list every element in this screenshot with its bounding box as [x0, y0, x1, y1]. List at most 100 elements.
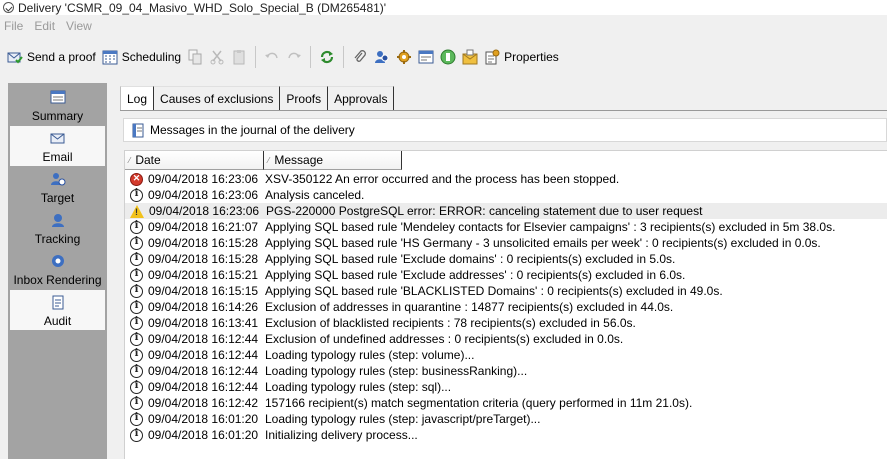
- info-icon: [130, 220, 143, 234]
- properties-button[interactable]: Properties: [481, 45, 562, 69]
- attachment-button[interactable]: [349, 45, 371, 69]
- table-row[interactable]: 09/04/2018 16:23:06 XSV-350122 An error o…: [125, 171, 887, 187]
- grid-rows: 09/04/2018 16:23:06 XSV-350122 An error o…: [125, 171, 887, 443]
- table-row[interactable]: 09/04/2018 16:01:20 Loading typology rule…: [125, 411, 887, 427]
- info-icon: [130, 348, 143, 362]
- mailbox-button[interactable]: [459, 45, 481, 69]
- row-date: 09/04/2018 16:12:44: [148, 380, 259, 394]
- tab-causes-of-exclusions[interactable]: Causes of exclusions: [154, 86, 281, 110]
- tab-bar: Log Causes of exclusions Proofs Approval…: [120, 86, 395, 110]
- app-icon: [3, 2, 14, 13]
- scheduling-button[interactable]: Scheduling: [99, 45, 184, 69]
- toolbar-separator: [310, 46, 312, 68]
- table-row[interactable]: 09/04/2018 16:15:28 Applying SQL based ru…: [125, 235, 887, 251]
- table-row[interactable]: 09/04/2018 16:01:20 Initializing delivery…: [125, 427, 887, 443]
- inbox-rendering-icon: [51, 255, 64, 267]
- table-row[interactable]: 09/04/2018 16:12:44 Loading typology rule…: [125, 347, 887, 363]
- tab-approvals[interactable]: Approvals: [328, 86, 395, 110]
- table-row[interactable]: 09/04/2018 16:15:21 Applying SQL based ru…: [125, 267, 887, 283]
- row-date: 09/04/2018 16:23:06: [148, 172, 259, 186]
- row-date: 09/04/2018 16:12:44: [148, 364, 259, 378]
- toolbar: Send a proof Scheduling Properties: [0, 41, 887, 73]
- table-row[interactable]: 09/04/2018 16:13:41 Exclusion of blacklis…: [125, 315, 887, 331]
- table-row[interactable]: 09/04/2018 16:12:44 Loading typology rule…: [125, 363, 887, 379]
- properties-label: Properties: [504, 50, 559, 64]
- copy-button[interactable]: [184, 45, 206, 69]
- row-date: 09/04/2018 16:13:41: [148, 316, 259, 330]
- column-header-date[interactable]: ⁄ Date: [125, 151, 264, 170]
- nav-tracking[interactable]: Tracking: [10, 208, 105, 248]
- cut-button[interactable]: [206, 45, 228, 69]
- table-row[interactable]: 09/04/2018 16:23:06 PGS-220000 PostgreSQL…: [125, 203, 887, 219]
- row-date: 09/04/2018 16:15:21: [148, 268, 259, 282]
- table-row[interactable]: 09/04/2018 16:15:28 Applying SQL based ru…: [125, 251, 887, 267]
- table-row[interactable]: 09/04/2018 16:14:26 Exclusion of addresse…: [125, 299, 887, 315]
- info-icon: [130, 332, 143, 346]
- row-message: XSV-350122 An error occurred and the pro…: [265, 172, 620, 186]
- settings-button[interactable]: [393, 45, 415, 69]
- menu-edit[interactable]: Edit: [34, 19, 55, 33]
- info-icon: [130, 364, 143, 378]
- nav-inbox-rendering[interactable]: Inbox Rendering: [10, 249, 105, 289]
- menu-bar: File Edit View: [0, 15, 887, 37]
- table-row[interactable]: 09/04/2018 16:12:44 Loading typology rule…: [125, 379, 887, 395]
- window-title: Delivery 'CSMR_09_04_Masivo_WHD_Solo_Spe…: [18, 0, 387, 15]
- menu-view[interactable]: View: [66, 19, 92, 33]
- properties-icon: [485, 49, 500, 65]
- journal-title: Messages in the journal of the delivery: [150, 123, 355, 137]
- nav-target[interactable]: Target: [10, 167, 105, 207]
- tab-log[interactable]: Log: [120, 86, 155, 110]
- nav-email[interactable]: Email: [10, 126, 105, 166]
- nav-audit[interactable]: Audit: [10, 290, 105, 330]
- form-button[interactable]: [415, 45, 437, 69]
- row-message: Applying SQL based rule 'HS Germany - 3 …: [265, 236, 821, 250]
- info-icon: [130, 300, 143, 314]
- row-date: 09/04/2018 16:14:26: [148, 300, 259, 314]
- approval-icon: [440, 49, 456, 65]
- refresh-icon: [321, 50, 334, 64]
- column-header-message[interactable]: ⁄ Message: [264, 151, 402, 170]
- personalization-button[interactable]: [371, 45, 393, 69]
- undo-button[interactable]: [261, 45, 283, 69]
- info-icon: [130, 396, 143, 410]
- table-row[interactable]: 09/04/2018 16:12:44 Exclusion of undefine…: [125, 331, 887, 347]
- refresh-button[interactable]: [316, 45, 338, 69]
- envelope-icon: [462, 49, 478, 65]
- table-row[interactable]: 09/04/2018 16:12:42 157166 recipient(s) m…: [125, 395, 887, 411]
- row-message: Loading typology rules (step: sql)...: [265, 380, 452, 394]
- row-message: Exclusion of blacklisted recipients : 78…: [265, 316, 636, 330]
- paperclip-icon: [354, 50, 367, 62]
- form-icon: [418, 50, 434, 64]
- main-panel: Log Causes of exclusions Proofs Approval…: [118, 83, 887, 459]
- row-date: 09/04/2018 16:12:44: [148, 348, 259, 362]
- table-row[interactable]: 09/04/2018 16:23:06 Analysis canceled.: [125, 187, 887, 203]
- row-date: 09/04/2018 16:21:07: [148, 220, 259, 234]
- menu-file[interactable]: File: [4, 19, 23, 33]
- row-date: 09/04/2018 16:23:06: [148, 188, 259, 202]
- left-navigation: Summary Email Target Tracking Inbox Rend…: [8, 83, 107, 459]
- nav-tracking-label: Tracking: [34, 232, 81, 246]
- validate-button[interactable]: [437, 45, 459, 69]
- toolbar-separator: [343, 46, 345, 68]
- row-message: Exclusion of undefined addresses : 0 rec…: [265, 332, 624, 346]
- target-icon: [50, 173, 65, 186]
- nav-summary[interactable]: Summary: [10, 85, 105, 125]
- table-row[interactable]: 09/04/2018 16:21:07 Applying SQL based ru…: [125, 219, 887, 235]
- send-proof-button[interactable]: Send a proof: [4, 45, 99, 69]
- row-message: PGS-220000 PostgreSQL error: ERROR: canc…: [266, 204, 703, 218]
- sort-icon: ⁄: [268, 155, 270, 165]
- journal-header: Messages in the journal of the delivery: [123, 118, 887, 142]
- info-icon: [130, 316, 143, 330]
- nav-summary-label: Summary: [31, 109, 84, 123]
- info-icon: [130, 252, 143, 266]
- toolbar-separator: [255, 46, 257, 68]
- tab-proofs[interactable]: Proofs: [280, 86, 329, 110]
- table-row[interactable]: 09/04/2018 16:15:15 Applying SQL based ru…: [125, 283, 887, 299]
- row-date: 09/04/2018 16:12:42: [148, 396, 259, 410]
- info-icon: [130, 428, 143, 442]
- paste-button[interactable]: [228, 45, 250, 69]
- summary-icon: [50, 90, 65, 104]
- redo-button[interactable]: [283, 45, 305, 69]
- warning-icon: [130, 204, 144, 218]
- sort-icon: ⁄: [129, 155, 131, 165]
